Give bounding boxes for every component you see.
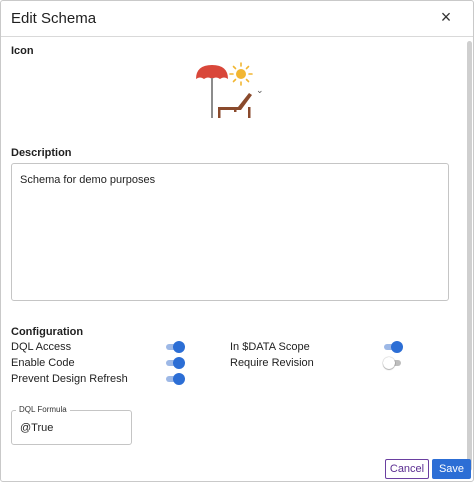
icon-section-title: Icon xyxy=(11,45,34,57)
cancel-button[interactable]: Cancel xyxy=(385,459,429,479)
description-textarea[interactable]: Schema for demo purposes xyxy=(11,163,449,301)
dialog-header: Edit Schema × xyxy=(1,1,473,37)
dql-formula-label: DQL Formula xyxy=(16,405,70,414)
option-label-in-data-scope: In $DATA Scope xyxy=(230,341,310,353)
in-data-scope-toggle[interactable] xyxy=(383,341,403,353)
dql-formula-value[interactable]: @True xyxy=(20,422,53,434)
configuration-section-title: Configuration xyxy=(11,326,84,338)
option-label-enable-code: Enable Code xyxy=(11,357,75,369)
description-section-title: Description xyxy=(11,147,72,159)
close-icon[interactable]: × xyxy=(437,8,455,26)
require-revision-toggle[interactable] xyxy=(383,357,403,369)
edit-schema-dialog: Edit Schema × Icon ⌄ Description Schema … xyxy=(0,0,474,482)
dialog-title: Edit Schema xyxy=(11,10,97,27)
dql-access-toggle[interactable] xyxy=(165,341,185,353)
prevent-design-refresh-toggle[interactable] xyxy=(165,373,185,385)
option-label-require-revision: Require Revision xyxy=(230,357,314,369)
option-label-prevent-design-refresh: Prevent Design Refresh xyxy=(11,373,128,385)
save-button[interactable]: Save xyxy=(432,459,471,479)
enable-code-toggle[interactable] xyxy=(165,357,185,369)
option-label-dql-access: DQL Access xyxy=(11,341,72,353)
scrollbar[interactable] xyxy=(467,41,472,471)
chevron-down-icon[interactable]: ⌄ xyxy=(256,85,264,96)
